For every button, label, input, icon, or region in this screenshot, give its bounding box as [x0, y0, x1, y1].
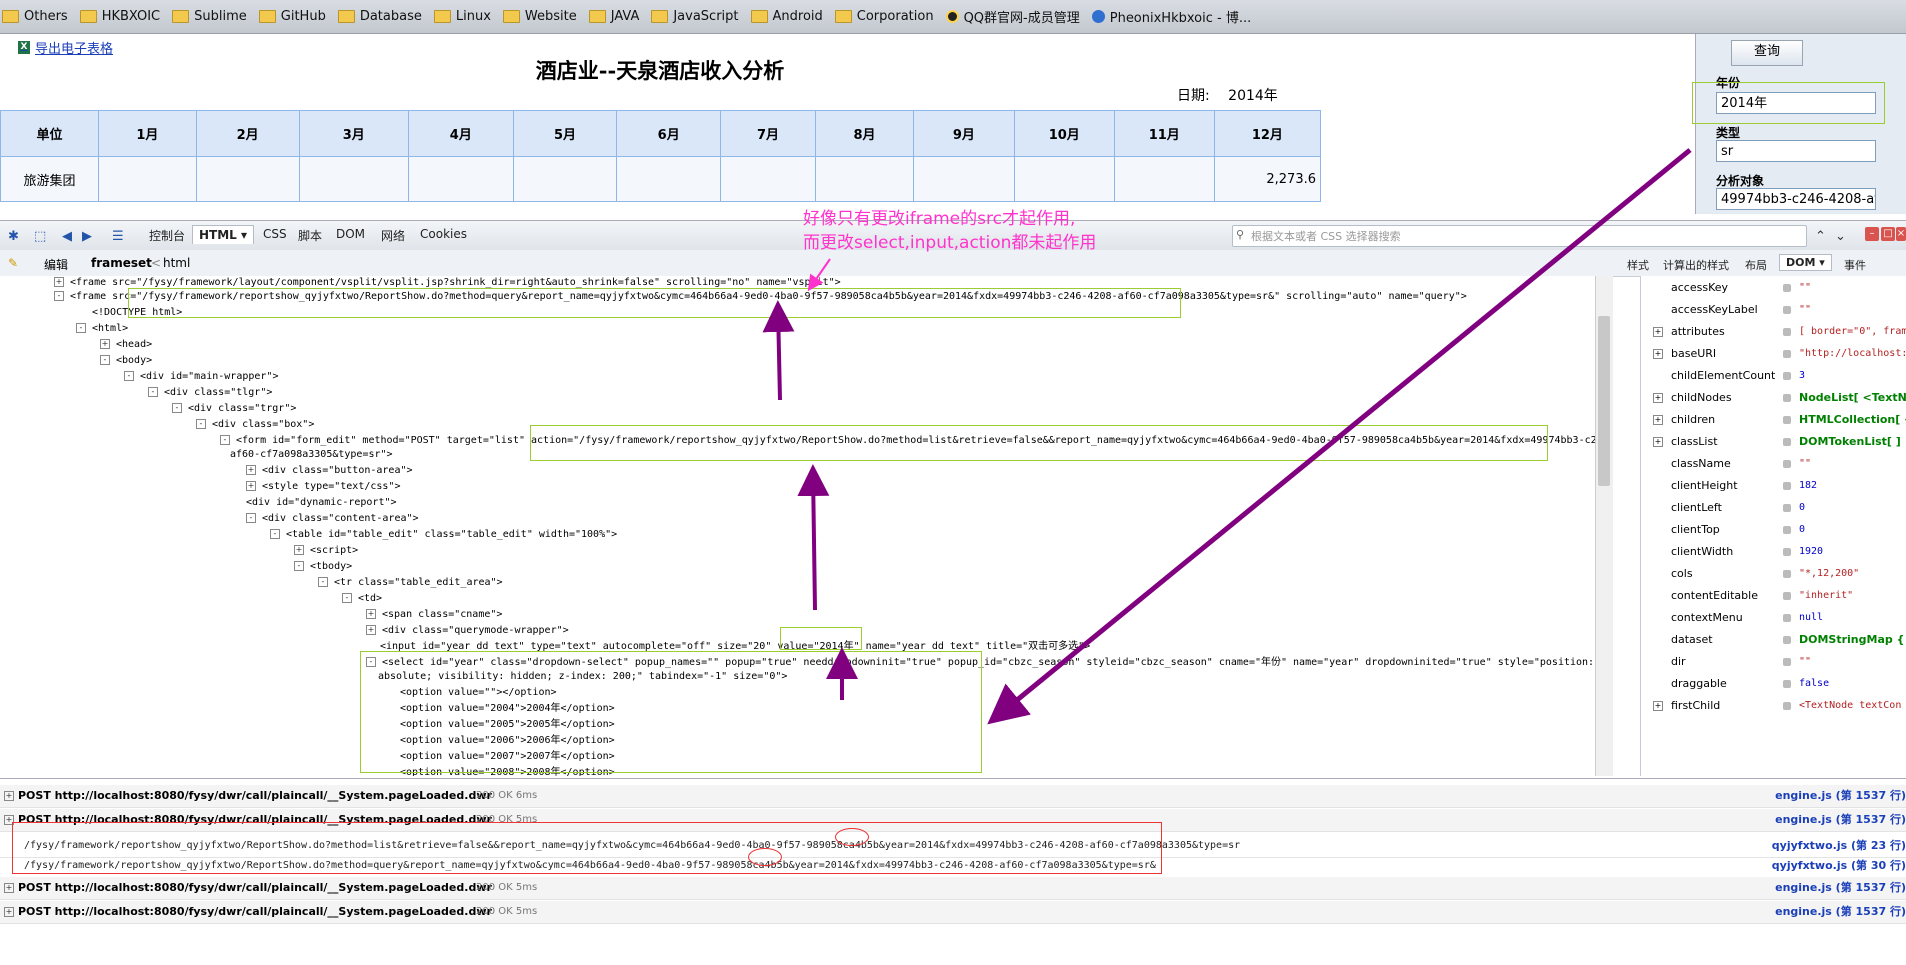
annotation-arrows: [762, 148, 1692, 725]
arrow-to-iframe: [762, 300, 795, 401]
arrow-panel-to-select: [987, 148, 1692, 725]
arrow-note: [807, 258, 831, 292]
arrow-to-form: [797, 464, 830, 611]
